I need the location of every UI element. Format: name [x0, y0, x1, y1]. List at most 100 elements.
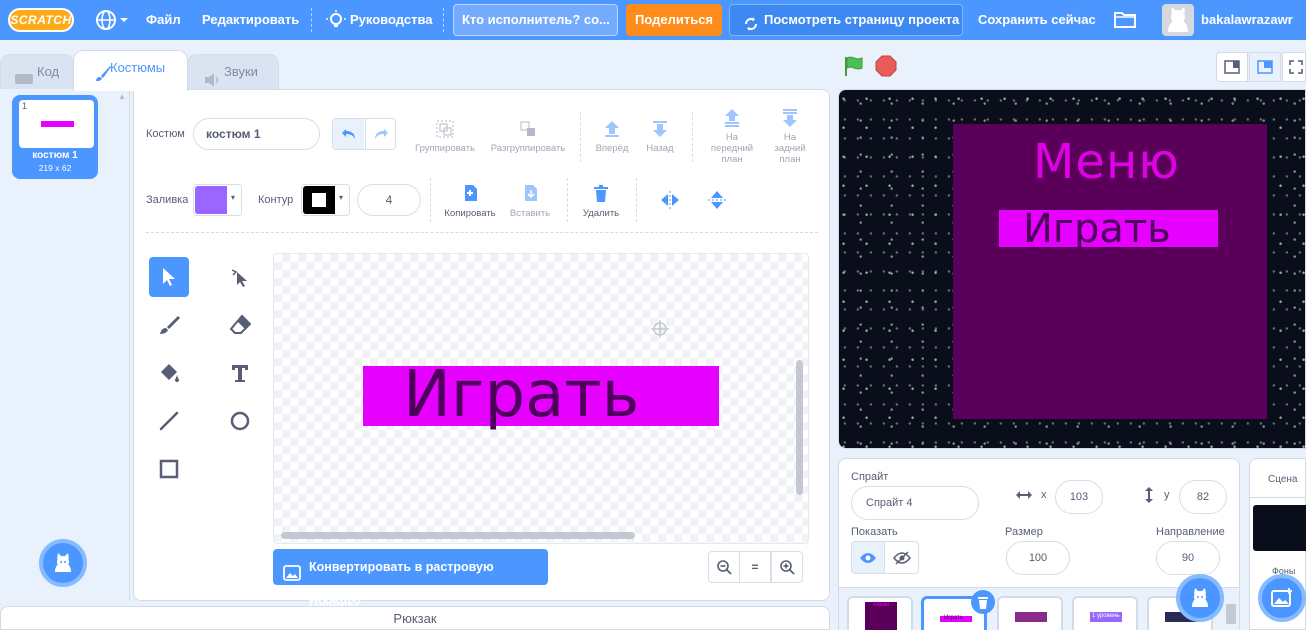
zoom-in-button[interactable]: [771, 551, 803, 583]
size-input[interactable]: 100: [1006, 541, 1070, 575]
backward-button[interactable]: Назад: [640, 119, 680, 154]
fill-tool[interactable]: [149, 353, 189, 393]
outline-width-input[interactable]: 4: [357, 184, 421, 216]
edit-menu[interactable]: Редактировать: [202, 0, 299, 40]
tab-sounds[interactable]: Звуки: [187, 54, 279, 90]
brush-icon: [94, 62, 112, 96]
eraser-tool[interactable]: [220, 305, 260, 345]
avatar[interactable]: [1162, 4, 1194, 36]
circle-tool[interactable]: [220, 401, 260, 441]
to-front-button[interactable]: На передний план: [705, 108, 759, 165]
stop-icon[interactable]: [875, 55, 897, 80]
group-button[interactable]: Группировать: [412, 119, 478, 154]
tab-code[interactable]: Код: [0, 54, 74, 90]
zoom-reset-button[interactable]: =: [739, 551, 771, 583]
show-hidden-button[interactable]: [884, 541, 919, 574]
show-visible-button[interactable]: [851, 541, 885, 574]
to-back-button[interactable]: На задний план: [765, 108, 815, 165]
x-label: x: [1041, 489, 1047, 501]
globe-icon[interactable]: [95, 9, 129, 31]
zoom-in-icon: [780, 560, 795, 575]
costume-name-input[interactable]: костюм 1: [193, 118, 320, 150]
paint-bucket-icon: [161, 364, 179, 382]
copy-button[interactable]: Копировать: [440, 184, 500, 219]
ungroup-button[interactable]: Разгруппировать: [486, 119, 570, 154]
convert-bitmap-button[interactable]: Конвертировать в растровую графику: [273, 549, 548, 610]
flip-vertical-icon[interactable]: [708, 190, 726, 213]
stage-menu-title: Меню: [1033, 134, 1180, 190]
text-tool[interactable]: [220, 353, 260, 393]
small-stage-button[interactable]: [1216, 52, 1248, 82]
y-input[interactable]: 82: [1179, 480, 1227, 514]
file-menu[interactable]: Файл: [146, 0, 181, 40]
green-flag-icon[interactable]: [843, 55, 865, 80]
backpack-header[interactable]: Рюкзак: [0, 606, 830, 630]
stage-play-sprite[interactable]: Играть: [999, 206, 1218, 252]
to-back-label-2: задний: [774, 143, 806, 154]
forward-button[interactable]: Вперёд: [592, 119, 632, 154]
costume-size: 219 x 62: [38, 163, 72, 173]
direction-label: Направление: [1156, 526, 1225, 538]
outline-color-picker[interactable]: ▾: [301, 184, 350, 216]
select-tool[interactable]: [149, 257, 189, 297]
line-tool[interactable]: [149, 401, 189, 441]
rectangle-tool[interactable]: [149, 449, 189, 489]
costume-list-scrollbar[interactable]: ▲: [118, 92, 128, 101]
reshape-tool[interactable]: [220, 257, 260, 297]
square-icon: [159, 459, 179, 479]
canvas-vertical-scrollbar[interactable]: [796, 360, 803, 495]
redo-button[interactable]: [365, 119, 395, 149]
lightbulb-icon: [326, 10, 346, 33]
zoom-out-icon: [717, 560, 732, 575]
image-icon: [283, 559, 301, 595]
large-stage-button[interactable]: [1249, 52, 1281, 82]
direction-input[interactable]: 90: [1156, 541, 1220, 575]
sprite-tile[interactable]: [997, 596, 1063, 630]
toolbar-divider: [580, 112, 581, 162]
fill-color-picker[interactable]: ▾: [193, 184, 242, 216]
choose-backdrop-button[interactable]: [1258, 574, 1306, 622]
menu-divider: [311, 8, 312, 32]
see-project-page-button[interactable]: Посмотреть страницу проекта: [729, 4, 963, 36]
menu-bar: SCRATCH Файл Редактировать Руководства К…: [0, 0, 1306, 40]
costume-tile[interactable]: 1 костюм 1 219 x 62: [12, 95, 98, 179]
scratch-logo[interactable]: SCRATCH: [8, 8, 74, 32]
sprite-tile[interactable]: Меню: [847, 596, 913, 630]
x-input[interactable]: 103: [1055, 480, 1103, 514]
y-arrows-icon: [1143, 486, 1155, 507]
sprite-list-scrollbar[interactable]: [1226, 604, 1236, 624]
brush-tool[interactable]: [149, 305, 189, 345]
thumbnail-art: [41, 121, 74, 127]
redo-icon: [374, 129, 388, 139]
tab-costumes[interactable]: Костюмы: [73, 50, 188, 91]
undo-button[interactable]: [333, 119, 364, 149]
folder-icon[interactable]: [1114, 10, 1136, 31]
sprite-tile[interactable]: 1 уровень: [1072, 596, 1138, 630]
fullscreen-icon[interactable]: [1282, 52, 1306, 82]
to-front-label-1: На: [725, 132, 739, 143]
reshape-icon: [231, 269, 247, 287]
flip-horizontal-icon[interactable]: [660, 191, 680, 212]
see-project-page-label: Посмотреть страницу проекта: [764, 12, 960, 27]
share-button[interactable]: Поделиться: [626, 4, 722, 36]
choose-costume-button[interactable]: [39, 539, 87, 587]
delete-sprite-button[interactable]: [971, 590, 995, 614]
costume-artwork[interactable]: Играть: [363, 358, 719, 432]
tutorials-menu[interactable]: Руководства: [326, 0, 436, 40]
project-title-input[interactable]: Кто исполнитель? со...: [453, 4, 618, 36]
sprite-tile-text: Играть: [944, 615, 963, 621]
size-label: Размер: [1005, 526, 1043, 538]
tab-costumes-label: Костюмы: [110, 60, 166, 75]
costume-thumbnail: 1: [19, 100, 94, 148]
sprite-tile-text: 1 уровень: [1092, 613, 1120, 619]
zoom-out-button[interactable]: [708, 551, 740, 583]
x-arrows-icon: [1015, 489, 1033, 504]
username[interactable]: bakalawrazawr: [1201, 0, 1293, 40]
paste-icon: [525, 185, 537, 201]
canvas-horizontal-scrollbar[interactable]: [281, 532, 635, 539]
choose-sprite-button[interactable]: [1176, 574, 1224, 622]
sprite-name-input[interactable]: Спрайт 4: [851, 486, 979, 520]
delete-button[interactable]: Удалить: [578, 184, 624, 219]
save-now-button[interactable]: Сохранить сейчас: [978, 0, 1096, 40]
paste-button[interactable]: Вставить: [505, 184, 555, 219]
